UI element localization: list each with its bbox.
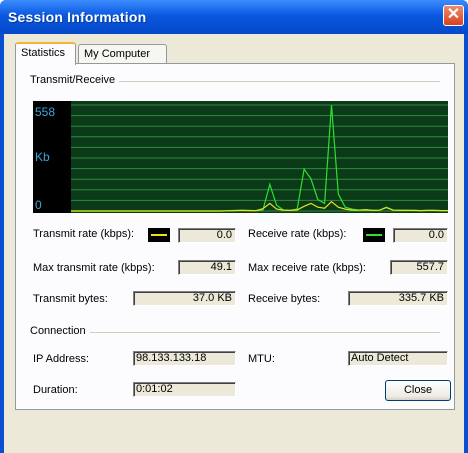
receive-color-swatch — [363, 228, 385, 242]
transmit-rate-label: Transmit rate (kbps): — [33, 228, 135, 240]
max-transmit-rate-label: Max transmit rate (kbps): — [33, 262, 155, 274]
ip-address-label: IP Address: — [33, 353, 90, 365]
connection-group-label: Connection — [30, 325, 90, 337]
graph-unit-label: Kb — [35, 150, 50, 164]
receive-line-sample — [366, 234, 382, 236]
transmit-line-sample — [151, 234, 167, 236]
mtu-value: Auto Detect — [348, 351, 448, 366]
close-icon: ✕ — [446, 6, 461, 23]
receive-rate-label: Receive rate (kbps): — [248, 228, 347, 240]
close-button[interactable]: Close — [385, 380, 451, 401]
session-information-window: Session Information ✕ Statistics My Comp… — [0, 0, 468, 453]
transmit-receive-group-label: Transmit/Receive — [30, 74, 120, 86]
ip-address-value: 98.133.133.18 — [133, 351, 236, 366]
transmit-color-swatch — [148, 228, 170, 242]
graph-plot-area — [71, 101, 448, 213]
tab-my-computer[interactable]: My Computer — [78, 44, 167, 64]
receive-rate-value: 0.0 — [393, 228, 448, 243]
dialog-client-area: Statistics My Computer Transmit/Receive … — [4, 34, 464, 453]
max-receive-rate-value: 557.7 — [390, 260, 448, 275]
tab-statistics[interactable]: Statistics — [15, 42, 76, 65]
max-receive-rate-label: Max receive rate (kbps): — [248, 262, 366, 274]
window-title: Session Information — [8, 9, 147, 25]
max-transmit-rate-value: 49.1 — [178, 260, 236, 275]
graph-y-min-label: 0 — [35, 198, 42, 212]
graph-y-max-label: 558 — [35, 105, 55, 119]
receive-bytes-label: Receive bytes: — [248, 293, 321, 305]
transmit-bytes-label: Transmit bytes: — [33, 293, 108, 305]
transmit-rate-value: 0.0 — [178, 228, 236, 243]
close-window-button[interactable]: ✕ — [443, 5, 464, 26]
duration-label: Duration: — [33, 384, 78, 396]
statistics-panel: Transmit/Receive 558 Kb 0 Transmit rate (k… — [15, 63, 455, 410]
transmit-receive-graph: 558 Kb 0 — [33, 101, 448, 213]
receive-bytes-value: 335.7 KB — [348, 291, 448, 306]
transmit-bytes-value: 37.0 KB — [133, 291, 236, 306]
title-bar[interactable]: Session Information ✕ — [0, 0, 468, 34]
duration-value: 0:01:02 — [133, 382, 236, 397]
connection-divider — [30, 332, 440, 333]
graph-canvas: 558 Kb 0 — [35, 101, 448, 213]
mtu-label: MTU: — [248, 353, 275, 365]
